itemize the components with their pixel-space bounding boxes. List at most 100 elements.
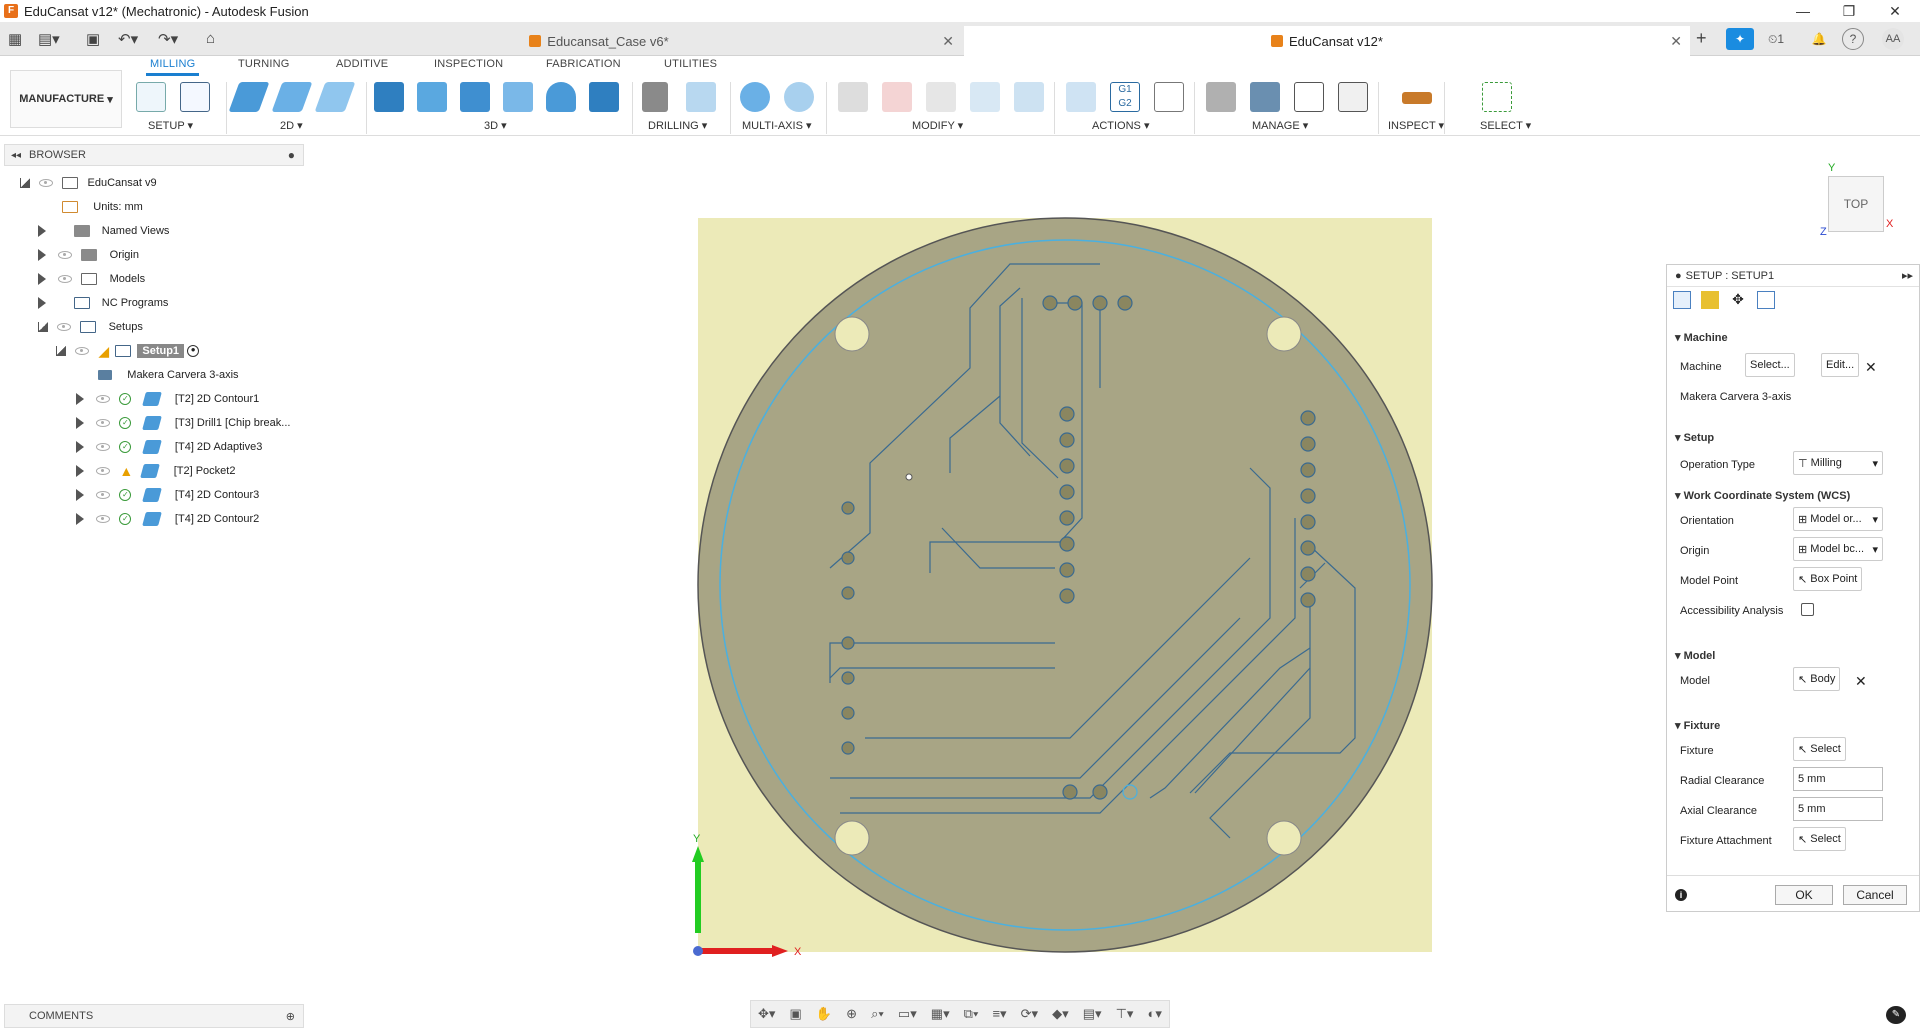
section-setup[interactable]: ▾ Setup [1675,431,1714,444]
section-wcs[interactable]: ▾ Work Coordinate System (WCS) [1675,489,1850,502]
clear-model-icon[interactable]: ✕ [1855,673,1867,690]
model-point-button[interactable]: ↖ Box Point [1793,567,1863,591]
group-drilling[interactable]: DRILLING ▾ [648,119,707,132]
section-model[interactable]: ▾ Model [1675,649,1715,662]
new-tab-icon[interactable]: + [1696,28,1707,49]
operation-item[interactable]: ✓ [T4] 2D Contour3 [76,484,259,506]
save-icon[interactable]: ▣ [86,30,100,48]
tree-item-nc-programs[interactable]: NC Programs [38,292,168,314]
machine-edit-button[interactable]: Edit... [1821,353,1860,377]
collapse-icon[interactable] [56,346,66,356]
operation-item[interactable]: ▲ [T2] Pocket2 [76,460,235,482]
multi-axis-swarf-icon[interactable] [740,82,770,112]
group-actions[interactable]: ACTIONS ▾ [1092,119,1149,132]
expand-dialog-icon[interactable]: ▸▸ [1902,269,1913,282]
activate-icon[interactable]: ● [187,345,200,357]
3d-steep-icon[interactable] [460,82,490,112]
visibility-icon[interactable] [96,491,111,499]
help-icon[interactable]: ? [1842,28,1864,50]
reorder-icon[interactable] [1014,82,1044,112]
template-library-icon[interactable] [1338,82,1368,112]
graphics-viewport[interactable]: Y X [310,138,1670,998]
nc-program-icon[interactable] [180,82,210,112]
expand-icon[interactable] [76,513,84,525]
fixture-select-button[interactable]: ↖ Select [1793,737,1846,761]
collapse-icon[interactable] [20,178,30,188]
group-setup[interactable]: SETUP ▾ [148,119,193,132]
tab-probe-icon[interactable] [1757,291,1775,309]
tree-item-setup1[interactable]: ◢ Setup1 ● [56,340,200,362]
filter-icon[interactable]: ⊤▾ [1116,1006,1134,1022]
operation-item[interactable]: ✓ [T3] Drill1 [Chip break... [76,412,290,434]
3d-scallop-icon[interactable] [546,82,576,112]
tab-stock-icon[interactable] [1701,291,1719,309]
3d-parallel-icon[interactable] [503,82,533,112]
group-2d[interactable]: 2D ▾ [280,119,303,132]
tab-utilities[interactable]: UTILITIES [664,58,717,70]
machine-library-icon[interactable] [1250,82,1280,112]
notifications-icon[interactable]: 🔔 [1808,28,1830,50]
origin-dropdown[interactable]: ⊞ Model bc... ▾ [1793,537,1883,561]
expand-icon[interactable] [76,441,84,453]
simulate-icon[interactable] [1066,82,1096,112]
viewports-icon[interactable]: ⧉▾ [964,1006,979,1022]
visual-style-icon[interactable]: ◆▾ [1052,1006,1069,1022]
tab-educansat[interactable]: EduCansat v12* ✕ [964,26,1690,56]
visibility-icon[interactable] [75,347,90,355]
cancel-button[interactable]: Cancel [1843,885,1907,905]
multi-axis-contour-icon[interactable] [784,82,814,112]
tab-educansat-case[interactable]: Educansat_Case v6* ✕ [236,26,962,56]
machine-select-button[interactable]: Select... [1745,353,1795,377]
machine-item[interactable]: Makera Carvera 3-axis [98,364,239,386]
operation-item[interactable]: ✓ [T2] 2D Contour1 [76,388,259,410]
post-library-icon[interactable] [1294,82,1324,112]
close-window-button[interactable]: ✕ [1872,0,1918,22]
visibility-icon[interactable] [58,251,73,259]
expand-icon[interactable] [76,417,84,429]
fixture-attachment-button[interactable]: ↖ Select [1793,827,1846,851]
select-window-icon[interactable] [1482,82,1512,112]
tree-item-origin[interactable]: Origin [38,244,139,266]
expand-icon[interactable] [38,249,46,261]
3d-contour-icon[interactable] [589,82,619,112]
feedback-icon[interactable]: ✎ [1886,1006,1906,1024]
collapse-browser-icon[interactable]: ◂◂ [11,150,21,161]
look-at-icon[interactable]: ▣ [790,1006,802,1022]
minimize-button[interactable]: — [1780,0,1826,22]
section-machine[interactable]: ▾ Machine [1675,331,1728,344]
pattern-icon[interactable] [970,82,1000,112]
tab-additive[interactable]: ADDITIVE [336,58,388,70]
extensions-icon[interactable]: ✦ [1726,28,1754,50]
group-inspect[interactable]: INSPECT ▾ [1388,119,1444,132]
app-grid-icon[interactable]: ▦ [8,30,22,48]
units-item[interactable]: Units: mm [62,196,143,218]
close-tab-icon[interactable]: ✕ [942,33,954,50]
pan-icon[interactable]: ✋ [816,1006,832,1022]
orbit-icon[interactable]: ✥▾ [758,1006,775,1022]
post-process-icon[interactable]: G1 G2 [1110,82,1140,112]
jobs-status-icon[interactable]: ⏲ 1 [1760,28,1792,50]
operation-item[interactable]: ✓ [T4] 2D Adaptive3 [76,436,262,458]
duplicate-icon[interactable] [926,82,956,112]
delete-toolpath-icon[interactable] [882,82,912,112]
new-setup-icon[interactable] [136,82,166,112]
measure-icon[interactable] [1402,92,1432,104]
trim-icon[interactable] [838,82,868,112]
model-body-button[interactable]: ↖ Body [1793,667,1841,691]
2d-adaptive-icon[interactable] [228,82,270,112]
collapse-icon[interactable] [38,322,48,332]
expand-icon[interactable] [76,393,84,405]
zoom-icon[interactable]: ⊕ [846,1006,857,1022]
radial-clearance-input[interactable]: 5 mm [1793,767,1883,791]
group-3d[interactable]: 3D ▾ [484,119,507,132]
group-multi-axis[interactable]: MULTI-AXIS ▾ [742,119,812,132]
tree-item-named-views[interactable]: Named Views [38,220,169,242]
visibility-icon[interactable] [96,419,111,427]
visibility-icon[interactable] [96,467,111,475]
tab-turning[interactable]: TURNING [238,58,290,70]
visibility-icon[interactable] [96,515,111,523]
maximize-button[interactable]: ❐ [1826,0,1872,22]
browser-options-icon[interactable]: ● [288,148,295,162]
redo-icon[interactable]: ↷▾ [158,30,178,48]
tab-inspection[interactable]: INSPECTION [434,58,503,70]
